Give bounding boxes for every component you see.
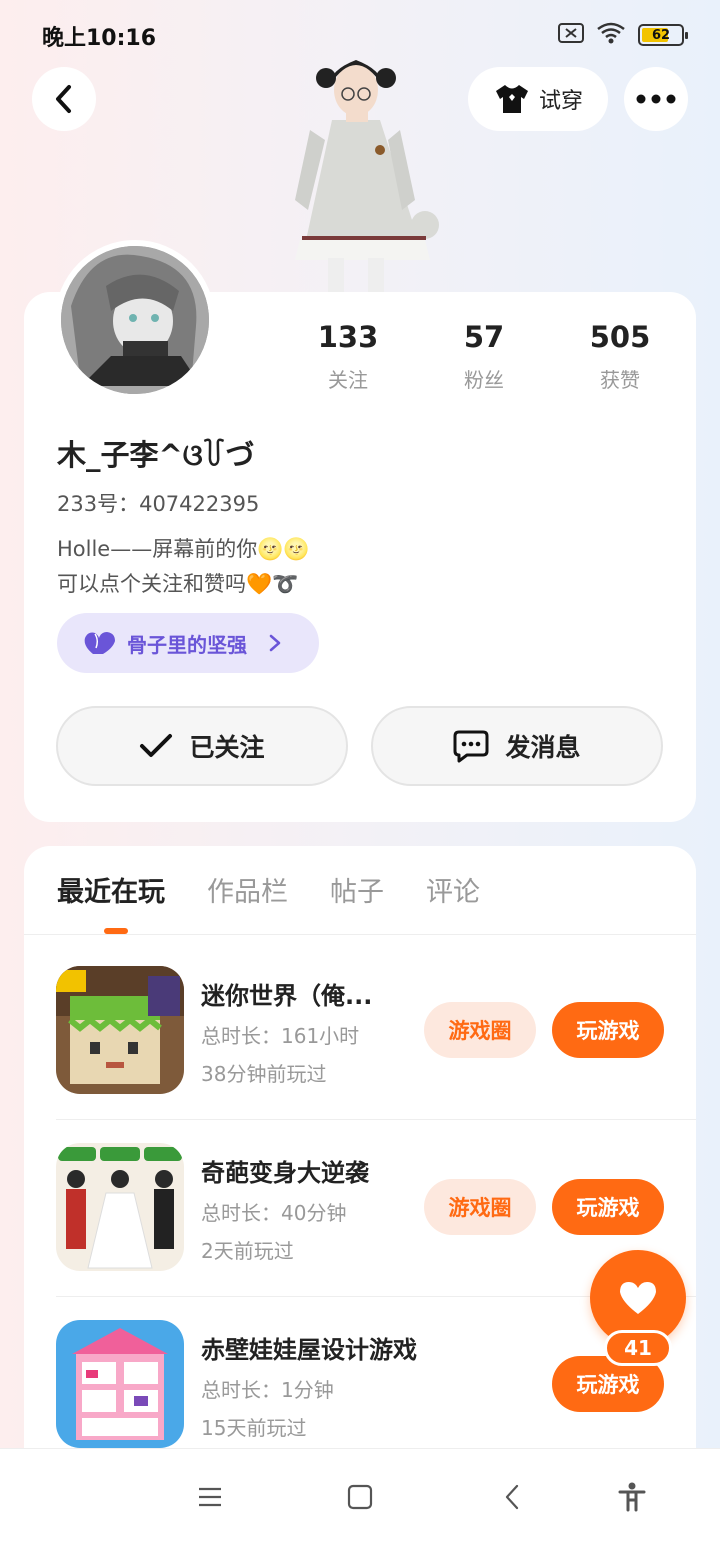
game-circle-button[interactable]: 游戏圈	[424, 1002, 536, 1058]
user-avatar[interactable]	[55, 240, 215, 400]
chevron-left-icon	[56, 85, 71, 113]
battery-icon: 62	[638, 24, 688, 46]
divider	[24, 934, 696, 935]
user-id: 233号：407422395	[57, 492, 260, 516]
try-on-label: 试穿	[538, 89, 583, 114]
character-avatar-image	[270, 50, 450, 295]
badge-label: 骨子里的坚强	[127, 632, 247, 657]
game-row[interactable]: 奇葩变身大逆袭 总时长：40分钟 2天前玩过 游戏圈 玩游戏	[56, 1143, 696, 1273]
status-time: 晚上10:16	[42, 26, 157, 51]
play-game-button[interactable]: 玩游戏	[552, 1179, 664, 1235]
heart-icon	[84, 632, 115, 654]
stat-following[interactable]: 133 关注	[288, 320, 408, 393]
system-nav-bar	[0, 1448, 720, 1544]
game-icon-makeover	[56, 1143, 184, 1271]
stat-value: 133	[317, 320, 379, 354]
back-nav-icon[interactable]	[494, 1479, 530, 1515]
followed-label: 已关注	[189, 733, 265, 762]
more-button[interactable]	[624, 67, 688, 131]
wifi-icon	[596, 22, 626, 48]
heart-icon	[620, 1282, 656, 1314]
status-icons: 62	[558, 22, 688, 48]
checkmark-icon	[140, 734, 173, 757]
send-message-label: 发消息	[505, 733, 581, 762]
game-last-played: 2天前玩过	[201, 1239, 294, 1263]
tab-works[interactable]: 作品栏	[207, 870, 288, 909]
game-last-played: 38分钟前玩过	[201, 1062, 327, 1086]
stat-followers[interactable]: 57 粉丝	[424, 320, 544, 393]
stat-label: 关注	[328, 368, 368, 392]
sim-off-icon	[558, 22, 584, 48]
game-title: 奇葩变身大逆袭	[201, 1159, 369, 1187]
chat-bubble-icon	[453, 730, 489, 763]
stat-value: 57	[463, 320, 505, 354]
game-icon-mini-world	[56, 966, 184, 1094]
stat-likes[interactable]: 505 获赞	[560, 320, 680, 393]
tab-posts[interactable]: 帖子	[330, 870, 384, 909]
game-last-played: 15天前玩过	[201, 1416, 307, 1440]
tab-recently-played[interactable]: 最近在玩	[57, 870, 165, 909]
more-dots-icon	[636, 94, 676, 104]
send-message-button[interactable]: 发消息	[371, 706, 663, 786]
home-icon[interactable]	[342, 1479, 378, 1515]
divider	[56, 1119, 696, 1120]
game-row[interactable]: 赤壁娃娃屋设计游戏 总时长：1分钟 15天前玩过 玩游戏	[56, 1320, 696, 1450]
tab-comments[interactable]: 评论	[426, 870, 480, 909]
play-game-button[interactable]: 玩游戏	[552, 1002, 664, 1058]
try-on-button[interactable]: 试穿	[468, 67, 608, 131]
profile-tabs: 最近在玩 作品栏 帖子 评论	[57, 870, 480, 909]
followed-button[interactable]: 已关注	[56, 706, 348, 786]
game-icon-dollhouse	[56, 1320, 184, 1448]
username: 木_子李^ଓ꒦づ	[57, 438, 255, 472]
game-title: 迷你世界（俺...	[201, 982, 373, 1010]
chevron-right-icon	[269, 634, 281, 652]
game-duration: 总时长：1分钟	[201, 1378, 334, 1402]
stat-label: 获赞	[600, 368, 640, 392]
game-duration: 总时长：40分钟	[201, 1201, 347, 1225]
bio-line: Holle——屏幕前的你🌝🌝	[57, 537, 310, 561]
stat-label: 粉丝	[464, 368, 504, 392]
back-button[interactable]	[32, 67, 96, 131]
bio-line: 可以点个关注和赞吗🧡➰	[57, 572, 299, 596]
battery-level: 62	[651, 27, 671, 43]
personality-badge[interactable]: 骨子里的坚强	[57, 613, 319, 673]
game-title: 赤壁娃娃屋设计游戏	[201, 1336, 417, 1364]
tshirt-icon	[495, 85, 528, 113]
accessibility-icon[interactable]	[614, 1479, 650, 1515]
like-count-badge: 41	[604, 1330, 672, 1366]
game-duration: 总时长：161小时	[201, 1024, 360, 1048]
menu-icon[interactable]	[192, 1479, 228, 1515]
game-row[interactable]: 迷你世界（俺... 总时长：161小时 38分钟前玩过 游戏圈 玩游戏	[56, 966, 696, 1096]
user-bio: Holle——屏幕前的你🌝🌝 可以点个关注和赞吗🧡➰	[57, 532, 310, 602]
game-circle-button[interactable]: 游戏圈	[424, 1179, 536, 1235]
stat-value: 505	[589, 320, 651, 354]
